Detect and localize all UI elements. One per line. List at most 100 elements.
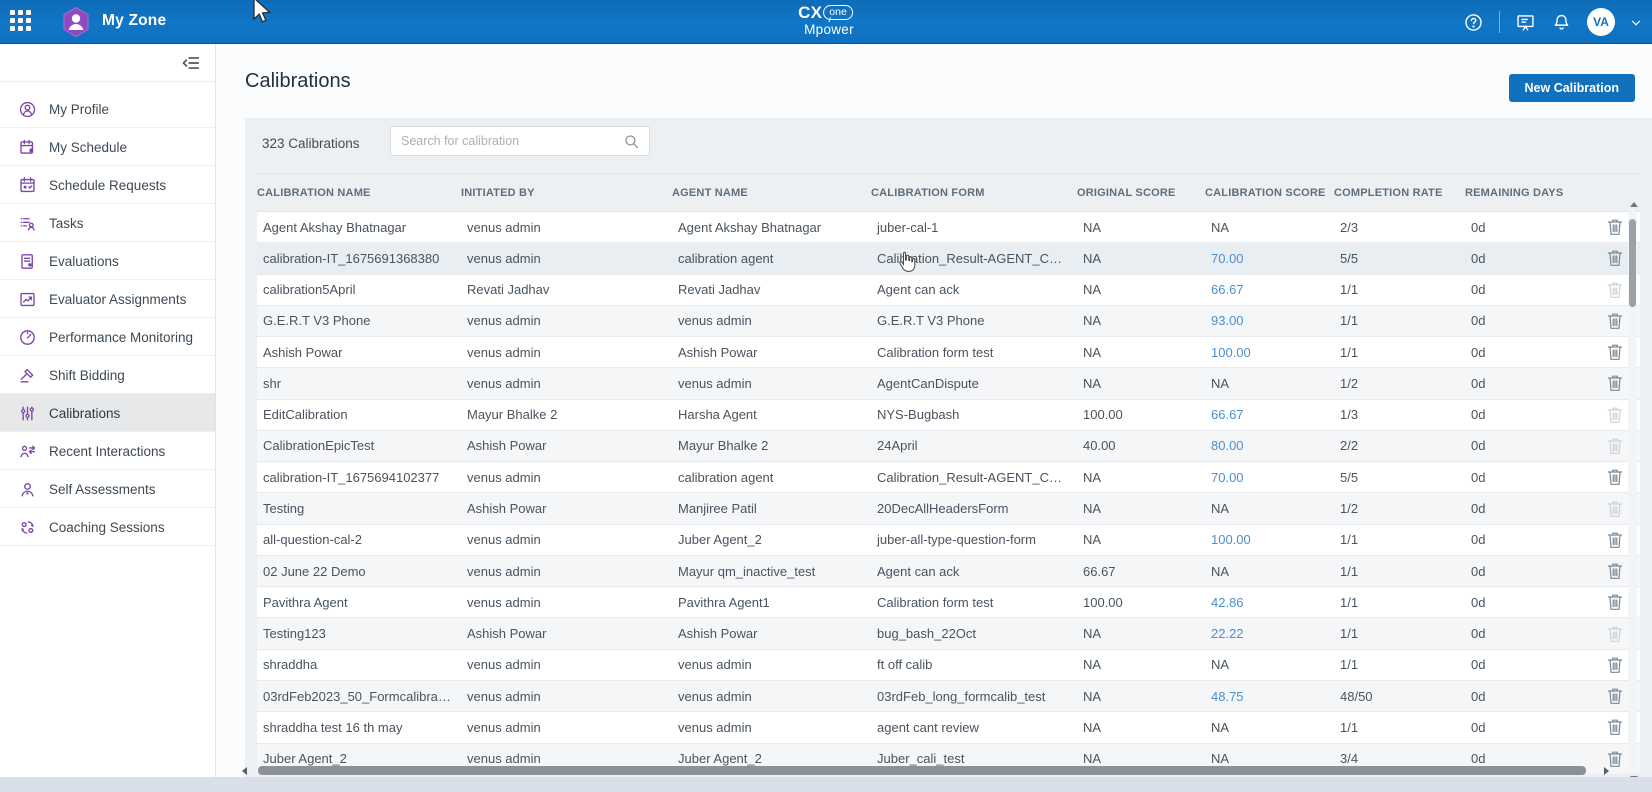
table-row[interactable]: Testing Ashish Powar Manjiree Patil 20De…: [257, 493, 1640, 524]
classroom-screen-icon[interactable]: [1515, 12, 1536, 33]
delete-trash-icon[interactable]: [1607, 249, 1623, 267]
table-row[interactable]: shr venus admin venus admin AgentCanDisp…: [257, 368, 1640, 399]
profile-icon: [18, 100, 37, 119]
cell-remaining-days: 0d: [1465, 501, 1596, 516]
cell-remaining-days: 0d: [1465, 657, 1596, 672]
calibrations-count: 323 Calibrations: [262, 136, 360, 151]
cell-calibration-score[interactable]: 48.75: [1205, 689, 1334, 704]
table-row[interactable]: 02 June 22 Demo venus admin Mayur qm_ina…: [257, 556, 1640, 587]
delete-trash-icon[interactable]: [1607, 562, 1623, 580]
cell-calibration-score[interactable]: 93.00: [1205, 313, 1334, 328]
table-row[interactable]: G.E.R.T V3 Phone venus admin venus admin…: [257, 306, 1640, 337]
sidebar-item-calibrations[interactable]: Calibrations: [0, 394, 215, 432]
sidebar-item-self-assessments[interactable]: Self Assessments: [0, 470, 215, 508]
table-row[interactable]: calibration5April Revati Jadhav Revati J…: [257, 275, 1640, 306]
column-header-original-score[interactable]: ORIGINAL SCORE: [1077, 187, 1205, 199]
cell-calibration-score: NA: [1205, 564, 1334, 579]
table-row[interactable]: shraddha test 16 th may venus admin venu…: [257, 712, 1640, 743]
sidebar-item-my-profile[interactable]: My Profile: [0, 90, 215, 128]
cell-calibration-name: shr: [257, 376, 461, 391]
cell-calibration-name: shraddha: [257, 657, 461, 672]
cell-calibration-name: CalibrationEpicTest: [257, 438, 461, 453]
table-row[interactable]: CalibrationEpicTest Ashish Powar Mayur B…: [257, 431, 1640, 462]
cell-calibration-score[interactable]: 66.67: [1205, 407, 1334, 422]
cell-completion-rate: 1/1: [1334, 313, 1465, 328]
notifications-bell-icon[interactable]: [1551, 12, 1572, 33]
column-header-completion-rate[interactable]: COMPLETION RATE: [1334, 187, 1465, 199]
table-row[interactable]: Testing123 Ashish Powar Ashish Powar bug…: [257, 618, 1640, 649]
delete-trash-icon[interactable]: [1607, 374, 1623, 392]
sidebar-item-my-schedule[interactable]: My Schedule: [0, 128, 215, 166]
table-row[interactable]: 03rdFeb2023_50_Formcalibratio... venus a…: [257, 681, 1640, 712]
column-header-remaining-days[interactable]: REMAINING DAYS: [1465, 187, 1596, 199]
horizontal-scrollbar[interactable]: [252, 766, 1600, 775]
cell-calibration-score[interactable]: 70.00: [1205, 470, 1334, 485]
column-header-calibration-name[interactable]: CALIBRATION NAME: [257, 187, 461, 199]
coaching-sessions-icon: [18, 518, 37, 537]
sidebar-item-evaluations[interactable]: Evaluations: [0, 242, 215, 280]
vertical-scrollbar[interactable]: [1628, 211, 1637, 774]
delete-trash-icon[interactable]: [1607, 343, 1623, 361]
table-row[interactable]: calibration-IT_1675691368380 venus admin…: [257, 243, 1640, 274]
delete-trash-icon[interactable]: [1607, 531, 1623, 549]
user-avatar[interactable]: VA: [1587, 8, 1615, 36]
cell-calibration-form: 03rdFeb_long_formcalib_test: [871, 689, 1077, 704]
sidebar-item-label: Evaluations: [49, 254, 119, 269]
cell-calibration-score[interactable]: 22.22: [1205, 626, 1334, 641]
delete-trash-icon[interactable]: [1607, 218, 1623, 236]
sidebar-item-tasks[interactable]: Tasks: [0, 204, 215, 242]
vertical-scrollbar-thumb[interactable]: [1629, 219, 1636, 307]
sidebar-header: [0, 44, 215, 82]
sidebar-item-evaluator-assignments[interactable]: Evaluator Assignments: [0, 280, 215, 318]
app-launcher-grid-icon[interactable]: [10, 10, 36, 35]
table-row[interactable]: Pavithra Agent venus admin Pavithra Agen…: [257, 587, 1640, 618]
sidebar-item-coaching-sessions[interactable]: Coaching Sessions: [0, 508, 215, 546]
cell-initiated-by: venus admin: [461, 564, 672, 579]
search-icon[interactable]: [623, 133, 640, 150]
scroll-up-arrow[interactable]: [1630, 202, 1638, 207]
cell-calibration-score[interactable]: 42.86: [1205, 595, 1334, 610]
avatar-chevron-down-icon[interactable]: [1630, 16, 1642, 28]
search-input[interactable]: [391, 134, 623, 148]
column-header-calibration-score[interactable]: CALIBRATION SCORE: [1205, 187, 1334, 199]
sidebar-item-shift-bidding[interactable]: Shift Bidding: [0, 356, 215, 394]
cell-agent-name: calibration agent: [672, 251, 871, 266]
scroll-right-arrow[interactable]: [1604, 767, 1609, 775]
column-header-calibration-form[interactable]: CALIBRATION FORM: [871, 187, 1077, 199]
sidebar-item-recent-interactions[interactable]: Recent Interactions: [0, 432, 215, 470]
cell-calibration-score[interactable]: 66.67: [1205, 282, 1334, 297]
cell-remaining-days: 0d: [1465, 407, 1596, 422]
delete-trash-icon[interactable]: [1607, 468, 1623, 486]
new-calibration-button[interactable]: New Calibration: [1509, 74, 1635, 102]
table-row[interactable]: Agent Akshay Bhatnagar venus admin Agent…: [257, 212, 1640, 243]
sidebar-item-schedule-requests[interactable]: Schedule Requests: [0, 166, 215, 204]
table-row[interactable]: all-question-cal-2 venus admin Juber Age…: [257, 525, 1640, 556]
cell-calibration-score: NA: [1205, 376, 1334, 391]
delete-trash-icon[interactable]: [1607, 656, 1623, 674]
cell-calibration-score[interactable]: 100.00: [1205, 345, 1334, 360]
scroll-left-arrow[interactable]: [242, 767, 247, 775]
table-row[interactable]: Ashish Powar venus admin Ashish Powar Ca…: [257, 337, 1640, 368]
delete-trash-icon[interactable]: [1607, 750, 1623, 768]
cell-calibration-score[interactable]: 70.00: [1205, 251, 1334, 266]
table-row[interactable]: shraddha venus admin venus admin ft off …: [257, 650, 1640, 681]
delete-trash-icon[interactable]: [1607, 718, 1623, 736]
help-icon[interactable]: [1463, 12, 1484, 33]
cell-completion-rate: 1/2: [1334, 501, 1465, 516]
cell-calibration-score[interactable]: 100.00: [1205, 532, 1334, 547]
table-row[interactable]: calibration-IT_1675694102377 venus admin…: [257, 462, 1640, 493]
cell-calibration-score[interactable]: 80.00: [1205, 438, 1334, 453]
cell-calibration-score: NA: [1205, 751, 1334, 766]
delete-trash-icon[interactable]: [1607, 593, 1623, 611]
horizontal-scrollbar-thumb[interactable]: [258, 766, 1586, 775]
delete-trash-icon: [1607, 406, 1623, 424]
column-header-initiated-by[interactable]: INITIATED BY: [461, 187, 672, 199]
cell-agent-name: venus admin: [672, 376, 871, 391]
delete-trash-icon[interactable]: [1607, 312, 1623, 330]
sidebar-item-performance-monitoring[interactable]: Performance Monitoring: [0, 318, 215, 356]
cell-original-score: NA: [1077, 470, 1205, 485]
delete-trash-icon[interactable]: [1607, 687, 1623, 705]
sidebar-collapse-icon[interactable]: [180, 52, 202, 74]
table-row[interactable]: EditCalibration Mayur Bhalke 2 Harsha Ag…: [257, 400, 1640, 431]
column-header-agent-name[interactable]: AGENT NAME: [672, 187, 871, 199]
